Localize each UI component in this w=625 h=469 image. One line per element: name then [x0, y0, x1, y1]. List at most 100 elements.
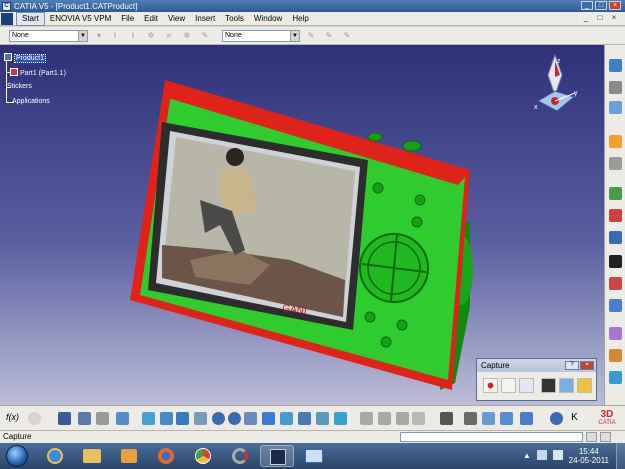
command-input[interactable] — [400, 432, 583, 442]
show-desktop-button[interactable] — [616, 443, 625, 469]
fly-mode-icon[interactable] — [142, 412, 155, 425]
doc-restore-button[interactable]: □ — [595, 13, 605, 23]
capture-help-button[interactable]: ? — [565, 361, 579, 370]
shading-icon[interactable] — [298, 412, 311, 425]
menu-edit[interactable]: Edit — [139, 12, 163, 26]
layer-filter-select[interactable]: None ▼ — [222, 30, 300, 42]
constraint-icon[interactable] — [609, 187, 622, 200]
camera-model[interactable]: GANI — [0, 45, 604, 405]
document-icon[interactable] — [1, 12, 13, 25]
menu-enovia[interactable]: ENOVIA V5 VPM — [45, 12, 116, 26]
firefox-icon[interactable] — [149, 445, 183, 467]
app-icon[interactable] — [223, 445, 257, 467]
painter-icon[interactable]: ✎ — [200, 31, 210, 41]
simulation-icon[interactable] — [609, 231, 622, 244]
multi-view-icon[interactable] — [262, 412, 275, 425]
zoom-in-icon[interactable] — [212, 412, 225, 425]
graph-icon[interactable] — [78, 412, 91, 425]
chevron-down-icon[interactable]: ▼ — [78, 31, 87, 41]
command-button[interactable] — [600, 432, 611, 442]
material-icon[interactable] — [609, 371, 622, 384]
normal-view-icon[interactable] — [244, 412, 257, 425]
color-filter-select[interactable]: None ▼ — [9, 30, 88, 42]
catia-app-icon[interactable]: C — [2, 1, 11, 11]
explorer-icon[interactable] — [75, 445, 109, 467]
volume-icon[interactable] — [553, 450, 563, 460]
table-icon[interactable] — [58, 412, 71, 425]
target-icon[interactable] — [550, 412, 563, 425]
filter-icon[interactable] — [96, 412, 109, 425]
capture-icon[interactable] — [541, 378, 556, 393]
menu-file[interactable]: File — [116, 12, 139, 26]
window-icon[interactable] — [297, 445, 331, 467]
move-icon[interactable] — [609, 157, 622, 170]
network-icon[interactable] — [537, 450, 547, 460]
swap-space-icon[interactable] — [334, 412, 347, 425]
hide-show-icon[interactable] — [316, 412, 329, 425]
layer-icon[interactable]: ⌗ — [164, 31, 174, 41]
shooting-icon[interactable] — [609, 299, 622, 312]
ie-icon[interactable] — [38, 445, 72, 467]
measure-between-icon[interactable] — [360, 412, 373, 425]
line-style-icon[interactable]: ⌇ — [110, 31, 120, 41]
chevron-down-icon[interactable]: ▼ — [290, 31, 299, 41]
point-style-icon[interactable]: ✲ — [146, 31, 156, 41]
menu-start[interactable]: Start — [16, 11, 45, 26]
camera-capture-icon[interactable] — [440, 412, 453, 425]
menu-insert[interactable]: Insert — [190, 12, 220, 26]
environment-icon[interactable] — [609, 327, 622, 340]
knowledge-icon[interactable] — [412, 412, 425, 425]
doc-close-button[interactable]: × — [609, 13, 619, 23]
clock[interactable]: 15:44 24-05-2011 — [569, 447, 609, 465]
select-icon[interactable] — [609, 135, 622, 148]
close-button[interactable]: × — [609, 1, 621, 10]
filter-icon[interactable]: ✎ — [306, 31, 316, 41]
format-painter-icon[interactable]: ✎ — [342, 31, 352, 41]
render-icon[interactable] — [609, 277, 622, 290]
component-icon[interactable] — [609, 81, 622, 94]
select-mode-icon[interactable] — [501, 378, 516, 393]
section-icon[interactable] — [500, 412, 513, 425]
dot-icon[interactable]: ▾ — [94, 31, 104, 41]
light-icon[interactable] — [609, 349, 622, 362]
tray-expand-icon[interactable]: ▲ — [523, 451, 531, 460]
capture-close-button[interactable]: × — [580, 361, 594, 370]
iso-view-icon[interactable] — [280, 412, 293, 425]
snapshot-icon[interactable] — [464, 412, 477, 425]
comment-icon[interactable] — [28, 412, 41, 425]
menu-tools[interactable]: Tools — [220, 12, 249, 26]
measure-item-icon[interactable] — [378, 412, 391, 425]
options-icon[interactable] — [519, 378, 534, 393]
measure-icon[interactable] — [520, 412, 533, 425]
doc-minimize-button[interactable]: _ — [581, 13, 591, 23]
compass-widget[interactable]: z y x — [530, 51, 580, 117]
command-button[interactable] — [586, 432, 597, 442]
product-structure-icon[interactable] — [609, 59, 622, 72]
measure-inertia-icon[interactable] — [396, 412, 409, 425]
pan-icon[interactable] — [176, 412, 189, 425]
menu-window[interactable]: Window — [249, 12, 287, 26]
fit-all-icon[interactable] — [160, 412, 173, 425]
analysis-icon[interactable] — [609, 209, 622, 222]
3d-viewport[interactable]: Product1 Part1 (Part1.1) Stickers Applic… — [0, 45, 604, 405]
properties-icon[interactable]: ✎ — [324, 31, 334, 41]
line-weight-icon[interactable]: ⌇ — [128, 31, 138, 41]
chrome-icon[interactable] — [186, 445, 220, 467]
camera-icon[interactable] — [609, 255, 622, 268]
album-icon[interactable] — [559, 378, 574, 393]
update-icon[interactable] — [482, 412, 495, 425]
maximize-button[interactable]: □ — [595, 1, 607, 10]
record-icon[interactable] — [483, 378, 498, 393]
catia-taskbar-button[interactable] — [260, 445, 294, 467]
menu-view[interactable]: View — [163, 12, 190, 26]
fast-rewind-icon[interactable]: K — [568, 412, 581, 425]
formula-icon[interactable]: f(x) — [6, 412, 19, 425]
catalog-icon[interactable] — [116, 412, 129, 425]
part-icon[interactable] — [609, 101, 622, 114]
rotate-icon[interactable] — [194, 412, 207, 425]
zoom-out-icon[interactable] — [228, 412, 241, 425]
media-player-icon[interactable] — [112, 445, 146, 467]
transparency-icon[interactable]: ✲ — [182, 31, 192, 41]
menu-help[interactable]: Help — [287, 12, 313, 26]
start-button[interactable] — [6, 445, 28, 467]
